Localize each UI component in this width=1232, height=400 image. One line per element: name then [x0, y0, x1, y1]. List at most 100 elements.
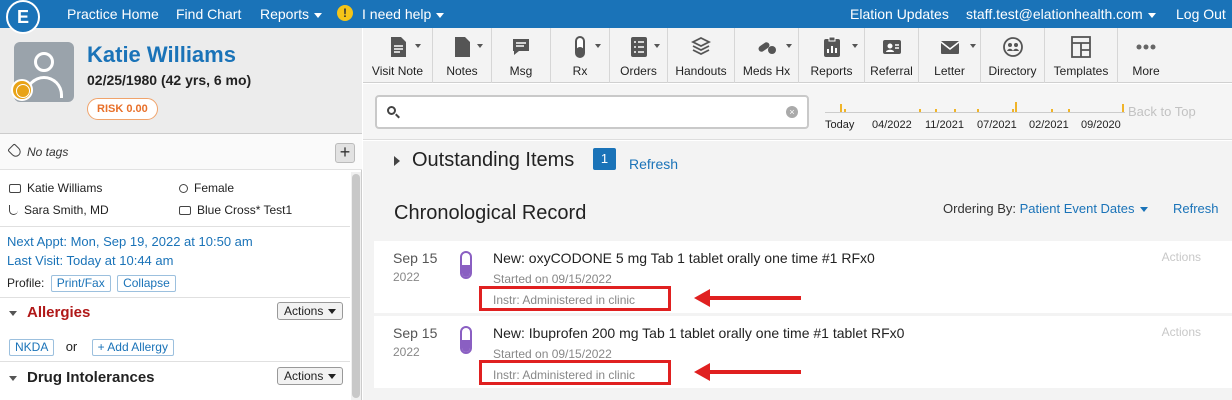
nkda-button[interactable]: NKDA [9, 339, 55, 356]
toolbar-label: Templates [1053, 64, 1109, 78]
allergies-section-title[interactable]: Allergies [9, 304, 90, 321]
chevron-down-icon [852, 44, 858, 48]
toolbar-label: Handouts [675, 64, 727, 78]
sidebar-scrollbar[interactable] [351, 172, 361, 400]
timeline-label: 09/2020 [1081, 119, 1121, 131]
highlight-box [479, 286, 671, 311]
next-appt-link[interactable]: Next Appt: Mon, Sep 19, 2022 at 10:50 am [7, 234, 253, 249]
nav-practice-home[interactable]: Practice Home [67, 6, 159, 22]
toolbar-label: Visit Note [371, 64, 424, 78]
patient-info-insurance: Blue Cross* Test1 [179, 203, 292, 217]
timeline-label: 04/2022 [872, 119, 912, 131]
chart-record-row[interactable]: Sep 15 2022 New: Ibuprofen 200 mg Tab 1 … [374, 316, 1232, 388]
clipboard-icon [823, 36, 840, 57]
toolbar-templates[interactable]: Templates [1045, 28, 1118, 83]
outstanding-items-title[interactable]: Outstanding Items [412, 149, 574, 172]
chevron-down-icon [436, 12, 445, 18]
intolerances-title-text: Drug Intolerances [27, 369, 155, 386]
record-started: Started on 09/15/2022 [493, 272, 612, 286]
allergies-actions-button[interactable]: Actions [277, 302, 344, 320]
outstanding-refresh-link[interactable]: Refresh [629, 156, 678, 172]
chart-timeline[interactable]: Today 04/2022 11/2021 07/2021 02/2021 09… [825, 92, 1125, 134]
last-visit-link[interactable]: Last Visit: Today at 10:44 am [7, 253, 173, 268]
record-actions-link[interactable]: Actions [1162, 325, 1201, 339]
stethoscope-icon [9, 205, 18, 215]
risk-badge[interactable]: RISK 0.00 [87, 98, 158, 120]
note-icon [455, 37, 470, 57]
nav-find-chart[interactable]: Find Chart [176, 6, 241, 22]
chevron-down-icon [415, 44, 421, 48]
toolbar-msg[interactable]: Msg [492, 28, 551, 83]
document-icon [390, 37, 406, 57]
people-icon [1002, 37, 1023, 57]
divider [0, 297, 350, 298]
nav-reports[interactable]: Reports [260, 6, 323, 22]
toolbar-handouts[interactable]: Handouts [668, 28, 735, 83]
ordering-dropdown[interactable]: Patient Event Dates [1020, 201, 1148, 216]
divider [0, 226, 350, 227]
print-fax-button[interactable]: Print/Fax [50, 275, 111, 292]
female-icon [179, 184, 188, 193]
collapse-button[interactable]: Collapse [117, 275, 176, 292]
elation-logo[interactable]: E [6, 0, 40, 34]
chart-main: Outstanding Items 1 Refresh Chronologica… [363, 141, 1232, 400]
collapse-triangle-icon [9, 310, 17, 316]
record-title[interactable]: New: Ibuprofen 200 mg Tab 1 tablet orall… [493, 325, 904, 341]
toolbar-label: More [1132, 64, 1160, 78]
timeline-tick [840, 104, 842, 112]
arrow-left-icon [694, 363, 710, 381]
ordering-label: Ordering By: [943, 201, 1016, 216]
toolbar-letter[interactable]: Letter [919, 28, 981, 83]
chevron-down-icon [314, 12, 323, 18]
highlight-box [479, 360, 671, 385]
patient-name[interactable]: Katie Williams [87, 42, 236, 68]
toolbar-label: Letter [934, 64, 965, 78]
tag-icon [7, 143, 23, 159]
nav-user-menu[interactable]: staff.test@elationhealth.com [966, 6, 1156, 22]
toolbar-visit-note[interactable]: Visit Note [363, 28, 433, 83]
toolbar-rx[interactable]: Rx [551, 28, 610, 83]
allergies-actions-label: Actions [284, 304, 324, 318]
orders-icon [630, 37, 647, 57]
allergies-title-text: Allergies [27, 304, 91, 321]
insurance-card-icon [179, 206, 191, 215]
toolbar-notes[interactable]: Notes [433, 28, 492, 83]
drug-intolerances-section-title[interactable]: Drug Intolerances [9, 369, 155, 386]
timeline-tick [1122, 104, 1124, 112]
expand-triangle-icon[interactable] [394, 156, 400, 166]
timeline-label: 07/2021 [977, 119, 1017, 131]
patient-info-provider: Sara Smith, MD [9, 203, 109, 217]
toolbar-meds-hx[interactable]: Meds Hx [735, 28, 799, 83]
toolbar-more[interactable]: More [1118, 28, 1174, 83]
add-allergy-button[interactable]: + Add Allergy [91, 339, 174, 356]
nav-logout[interactable]: Log Out [1176, 6, 1226, 22]
nav-elation-updates[interactable]: Elation Updates [850, 6, 949, 22]
allergy-row: NKDA or + Add Allergy [9, 339, 174, 356]
chart-record-row[interactable]: Sep 15 2022 New: oxyCODONE 5 mg Tab 1 ta… [374, 241, 1232, 313]
warning-icon: ! [337, 5, 353, 21]
intolerances-actions-button[interactable]: Actions [277, 367, 344, 385]
record-title[interactable]: New: oxyCODONE 5 mg Tab 1 tablet orally … [493, 250, 875, 266]
toolbar-directory[interactable]: Directory [981, 28, 1045, 83]
info-name-text: Katie Williams [27, 181, 103, 195]
chart-search-input[interactable]: × [375, 95, 809, 129]
chronological-refresh-link[interactable]: Refresh [1173, 201, 1219, 216]
clear-icon[interactable]: × [786, 106, 798, 118]
toolbar-label: Notes [446, 64, 478, 78]
toolbar-referral[interactable]: Referral [865, 28, 919, 83]
toolbar-reports[interactable]: Reports [799, 28, 865, 83]
chevron-down-icon [1139, 207, 1148, 213]
globe-icon[interactable] [11, 79, 33, 101]
scrollbar-thumb[interactable] [352, 174, 360, 398]
back-to-top-link[interactable]: Back to Top [1128, 104, 1196, 119]
record-actions-link[interactable]: Actions [1162, 250, 1201, 264]
nav-help[interactable]: I need help [362, 6, 445, 22]
message-icon [513, 39, 529, 55]
nav-help-label: I need help [362, 6, 432, 22]
chevron-down-icon [1147, 12, 1156, 18]
add-tag-button[interactable]: + [335, 143, 355, 163]
toolbar-label: Reports [810, 64, 853, 78]
toolbar-orders[interactable]: Orders [610, 28, 668, 83]
pill-icon [575, 36, 585, 58]
outstanding-count-badge: 1 [593, 148, 616, 170]
